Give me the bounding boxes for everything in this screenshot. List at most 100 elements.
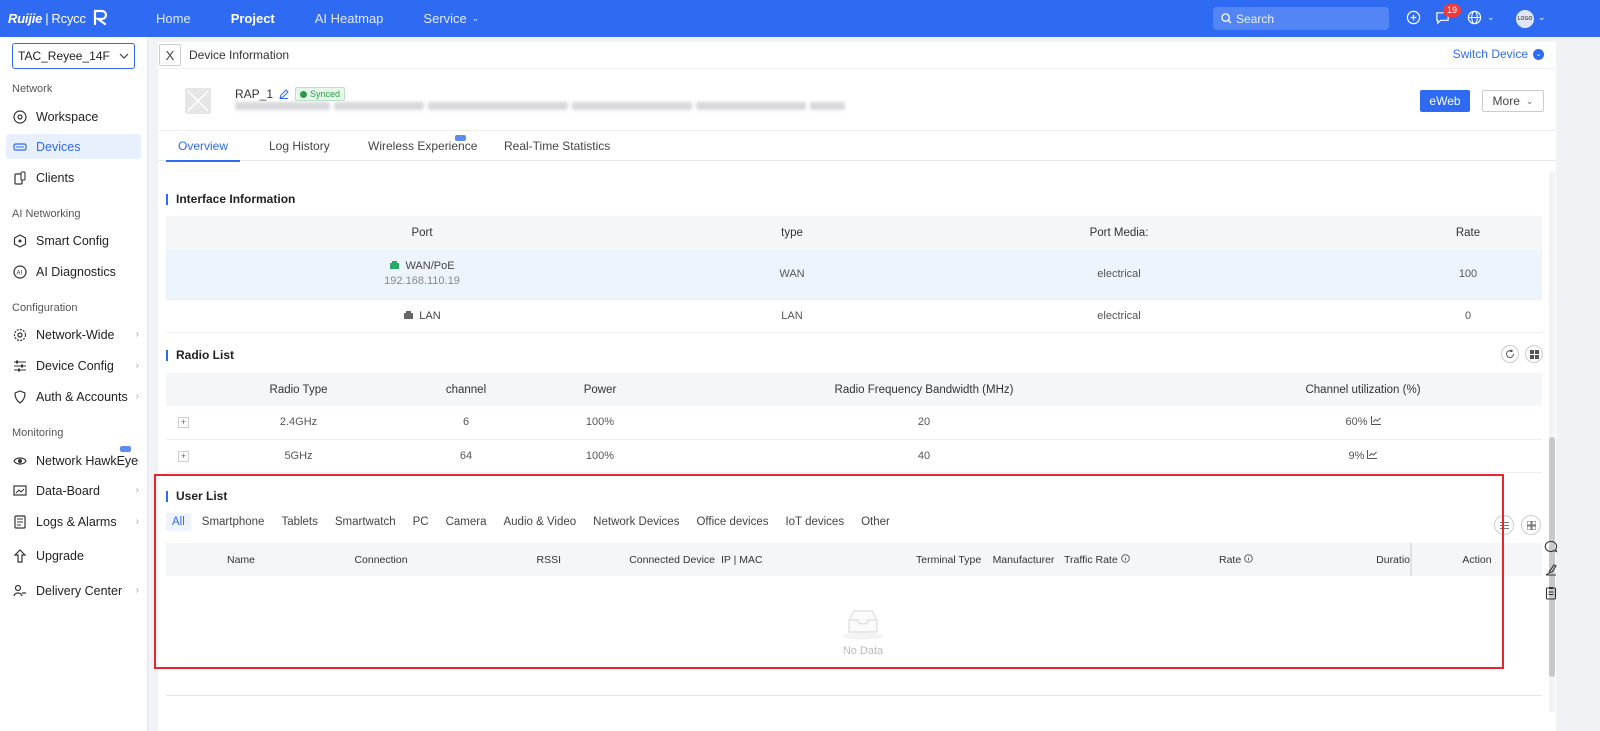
chevron-right-icon: › — [135, 485, 139, 496]
nav-service-label: Service — [423, 11, 467, 26]
user-list-title: User List — [166, 490, 227, 502]
expand-plus-button[interactable]: + — [178, 450, 189, 462]
filter-network-devices[interactable]: Network Devices — [587, 513, 685, 531]
sidebar-item-upgrade[interactable]: Upgrade — [6, 543, 141, 568]
filter-smartphone[interactable]: Smartphone — [196, 513, 271, 531]
column-header-connection: Connection — [296, 543, 466, 576]
globe-language-icon[interactable] — [1467, 10, 1483, 26]
close-button[interactable]: X — [159, 44, 181, 66]
sidebar-item-clients[interactable]: Clients — [6, 165, 141, 190]
chevron-right-icon: › — [135, 391, 139, 402]
project-selector[interactable]: TAC_Reyee_14F — [12, 43, 135, 69]
filter-all[interactable]: All — [166, 513, 191, 531]
grid-icon — [1526, 520, 1536, 530]
info-icon[interactable] — [1244, 553, 1253, 566]
filter-other[interactable]: Other — [855, 513, 896, 531]
sidebar-item-network-wide[interactable]: Network-Wide › — [6, 322, 141, 347]
sidebar-item-devices[interactable]: Devices — [6, 134, 141, 159]
type-cell: LAN — [678, 299, 906, 333]
sidebar-group-configuration: Configuration — [12, 302, 78, 314]
sidebar-item-data-board[interactable]: Data-Board › — [6, 478, 141, 503]
language-chevron-down-icon[interactable]: ⌄ — [1487, 12, 1495, 23]
sidebar-item-ai-diagnostics[interactable]: AI AI Diagnostics — [6, 259, 141, 284]
trend-chart-icon[interactable] — [1370, 416, 1381, 428]
check-circle-icon — [300, 90, 308, 98]
tab-log-history[interactable]: Log History — [269, 131, 330, 162]
table-row[interactable]: + 5GHz 64 100% 40 9% — [166, 439, 1542, 473]
more-button[interactable]: More ⌄ — [1482, 90, 1544, 112]
ethernet-port-icon — [403, 310, 414, 322]
scrollbar[interactable] — [1549, 172, 1555, 712]
sidebar-item-label: AI Diagnostics — [36, 264, 116, 279]
sidebar-item-label: Devices — [36, 139, 81, 154]
user-type-filter-tabs: All Smartphone Tablets Smartwatch PC Cam… — [166, 513, 901, 531]
add-circle-icon[interactable] — [1406, 10, 1422, 26]
filter-tablets[interactable]: Tablets — [275, 513, 323, 531]
ruijie-reyee-logo[interactable]: Ruijie | Rcycc — [8, 8, 136, 29]
chat-support-icon[interactable] — [1541, 535, 1561, 558]
column-header-port: Port — [166, 216, 678, 249]
sidebar-item-network-hawkeye[interactable]: Network HawkEye › — [6, 446, 141, 473]
column-header-rate: Rate — [1211, 543, 1311, 576]
filter-camera[interactable]: Camera — [440, 513, 493, 531]
table-row[interactable]: LAN LAN electrical 0 — [166, 299, 1542, 333]
port-ip: 192.168.110.19 — [384, 275, 460, 288]
logo-separator: | — [45, 11, 49, 26]
column-settings-button[interactable] — [1494, 515, 1514, 535]
port-media-cell: electrical — [906, 249, 1332, 300]
chevron-right-icon: › — [135, 455, 139, 466]
sidebar-item-device-config[interactable]: Device Config › — [6, 353, 141, 378]
trend-chart-icon[interactable] — [1367, 449, 1378, 462]
sidebar-item-logs-alarms[interactable]: Logs & Alarms › — [6, 509, 141, 534]
global-search[interactable] — [1213, 7, 1389, 30]
tab-real-time-statistics[interactable]: Real-Time Statistics — [504, 131, 610, 162]
logo-product: Rcycc — [51, 11, 86, 26]
column-header-manufacturer: Manufacturer — [986, 543, 1061, 576]
search-input[interactable] — [1236, 11, 1376, 26]
eweb-button[interactable]: eWeb — [1420, 90, 1470, 112]
nav-ai-heatmap[interactable]: AI Heatmap — [295, 0, 404, 37]
sidebar-item-smart-config[interactable]: Smart Config — [6, 228, 141, 253]
filter-office-devices[interactable]: Office devices — [690, 513, 774, 531]
table-row[interactable]: + 2.4GHz 6 100% 20 60% — [166, 406, 1542, 440]
tab-overview[interactable]: Overview — [166, 131, 241, 162]
sidebar-item-workspace[interactable]: Workspace — [6, 104, 141, 129]
nav-service[interactable]: Service ⌄ — [403, 0, 499, 37]
clipboard-icon[interactable] — [1541, 581, 1561, 604]
chevron-right-icon: › — [135, 360, 139, 371]
user-chevron-down-icon[interactable]: ⌄ — [1538, 12, 1546, 23]
sidebar-item-label: Workspace — [36, 109, 99, 124]
filter-iot-devices[interactable]: IoT devices — [779, 513, 850, 531]
sidebar-item-delivery-center[interactable]: Delivery Center › — [6, 578, 141, 603]
expand-cell: + — [166, 406, 201, 440]
device-image — [185, 88, 211, 114]
channel-cell: 6 — [396, 406, 536, 440]
page-title: Device Information — [189, 48, 290, 62]
expand-plus-button[interactable]: + — [178, 417, 189, 429]
floating-tools — [1541, 535, 1561, 604]
interface-table: Port type Port Media: Rate WAN/PoE 192.1… — [166, 216, 1542, 333]
channel-cell: 64 — [396, 439, 536, 473]
nav-home[interactable]: Home — [136, 0, 211, 37]
grid-view-button[interactable] — [1525, 345, 1543, 363]
nav-project-label: Project — [230, 11, 275, 26]
filter-pc[interactable]: PC — [407, 513, 435, 531]
dashboard-icon — [12, 483, 28, 499]
refresh-button[interactable] — [1501, 345, 1519, 363]
switch-device-link[interactable]: Switch Device ⌄ — [1453, 47, 1544, 61]
layout-grid-button[interactable] — [1521, 515, 1541, 535]
sliders-icon — [12, 358, 28, 374]
top-navigation-bar: Ruijie | Rcycc Home Project AI Heatmap S… — [0, 0, 1600, 37]
sidebar-item-label: Data-Board — [36, 483, 100, 498]
nav-project[interactable]: Project — [211, 0, 295, 37]
filter-audio-video[interactable]: Audio & Video — [497, 513, 582, 531]
edit-pencil-icon[interactable] — [279, 89, 289, 99]
tab-wireless-experience[interactable]: Wireless Experience — [368, 131, 477, 162]
feedback-icon[interactable] — [1541, 558, 1561, 581]
info-icon[interactable] — [1120, 553, 1130, 566]
table-row[interactable]: WAN/PoE 192.168.110.19 WAN electrical 10… — [166, 249, 1542, 300]
avatar[interactable]: LOGO — [1516, 10, 1534, 28]
sidebar-item-auth-accounts[interactable]: Auth & Accounts › — [6, 384, 141, 409]
filter-smartwatch[interactable]: Smartwatch — [329, 513, 402, 531]
power-cell: 100% — [536, 406, 664, 440]
